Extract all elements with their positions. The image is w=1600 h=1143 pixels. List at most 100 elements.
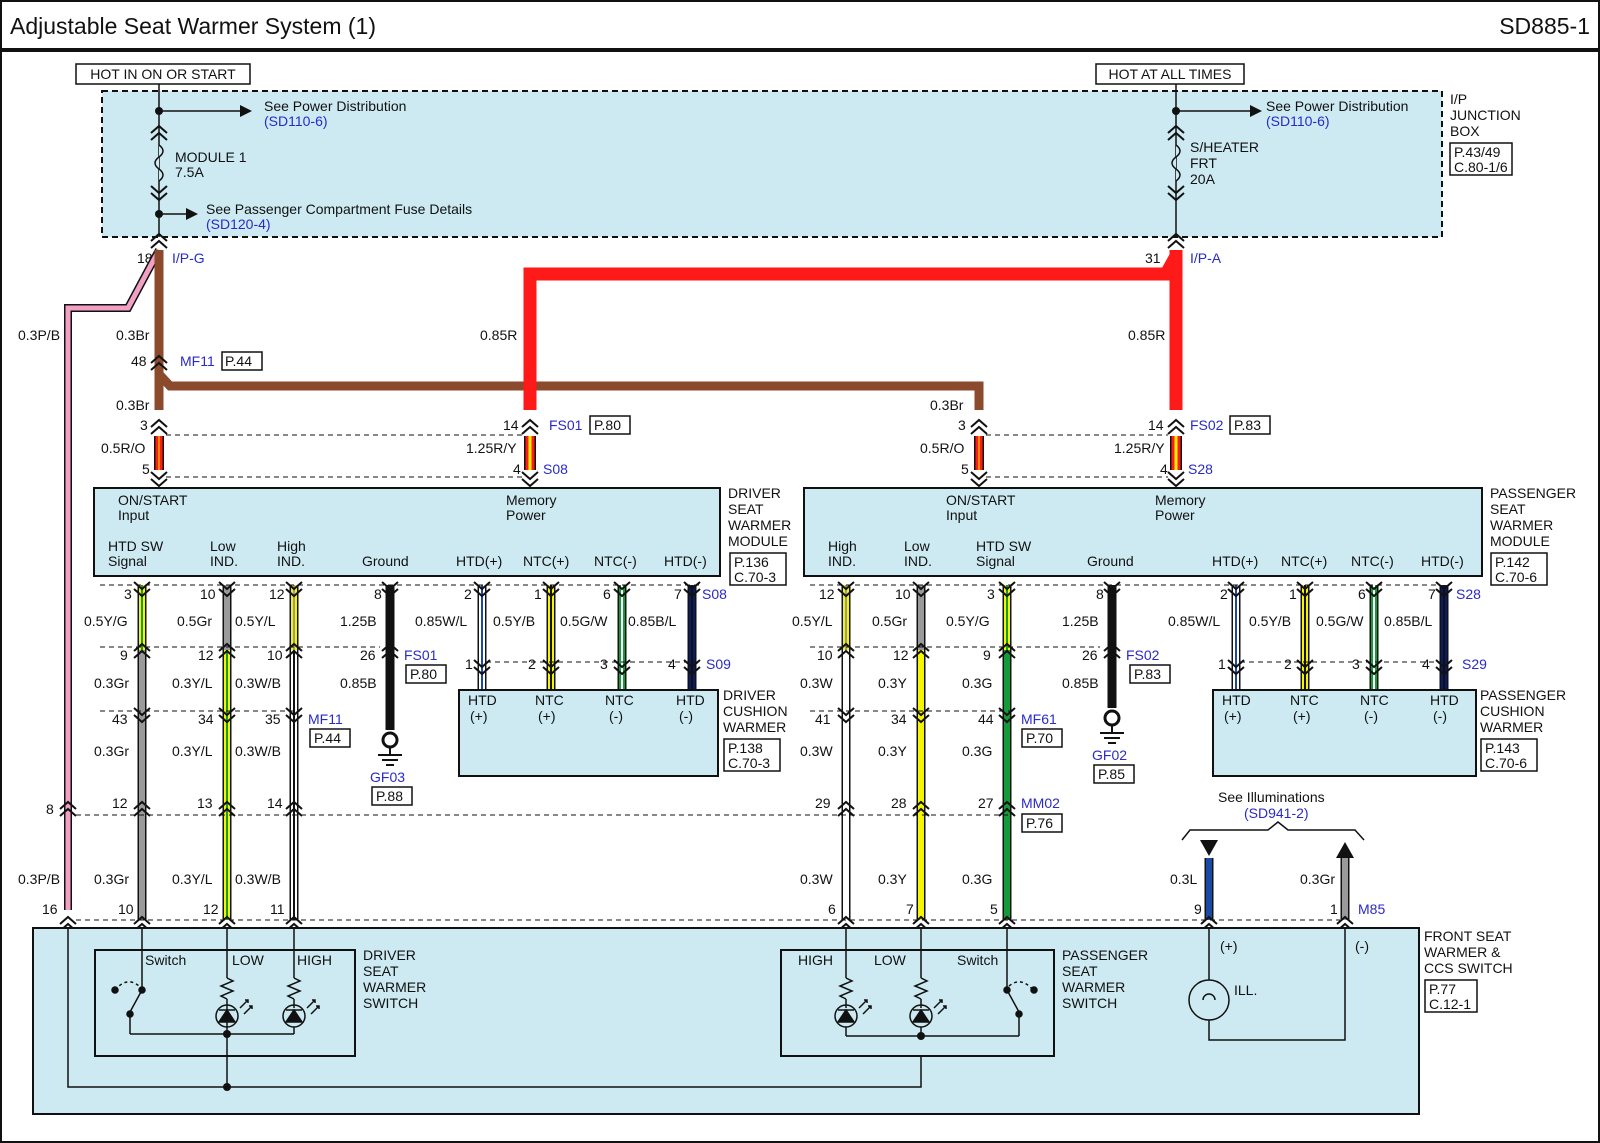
pin-29-mm02: 29 <box>815 795 831 811</box>
p80-top: P.80 <box>594 417 621 433</box>
pin-26-drv: 26 <box>360 647 376 663</box>
drv-switch-name-1: DRIVER <box>363 947 416 963</box>
drv-module-name-4: MODULE <box>728 533 788 549</box>
pas-cush-name-1: PASSENGER <box>1480 687 1566 703</box>
wire-05gr-pas: 0.5Gr <box>872 613 907 629</box>
wire-03gr-drv-2: 0.3Gr <box>94 743 129 759</box>
pas-module-name-3: WARMER <box>1490 517 1553 533</box>
drv-cush-name-3: WARMER <box>723 719 786 735</box>
pas-module-name-1: PASSENGER <box>1490 485 1576 501</box>
ipj-label-1: I/P <box>1450 91 1467 107</box>
wire-brown-crossover <box>155 370 984 410</box>
wire-03wb-drv-3: 0.3W/B <box>235 871 281 887</box>
wire-05yl-drv: 0.5Y/L <box>235 613 276 629</box>
ground-gf03-icon <box>378 731 402 766</box>
ill-label: ILL. <box>1234 982 1257 998</box>
wire-03g-pas-1: 0.3G <box>962 675 992 691</box>
hot-all-times-label: HOT AT ALL TIMES <box>1109 66 1232 82</box>
p88: P.88 <box>376 788 403 804</box>
pin-13-mm02: 13 <box>197 795 213 811</box>
drv-module-ref-1: P.136 <box>734 554 769 570</box>
pas-switch-name-1: PASSENGER <box>1062 947 1148 963</box>
pin-2-drv-htdp: 2 <box>464 586 472 602</box>
see-power-right: See Power Distribution <box>1266 98 1408 114</box>
illum-ref: (SD941-2) <box>1244 805 1309 821</box>
pin-11-bottom: 11 <box>270 901 285 917</box>
wire-085wl-drv: 0.85W/L <box>415 613 467 629</box>
pin-12-pas-high: 12 <box>819 586 835 602</box>
pas-switch-name-2: SEAT <box>1062 963 1098 979</box>
drv-switch-name-4: SWITCH <box>363 995 418 1011</box>
mf61-connector: MF61 <box>1021 711 1057 727</box>
wire-03wb-drv-1: 0.3W/B <box>235 675 281 691</box>
ccs-ref-2: C.12-1 <box>1429 996 1471 1012</box>
ipj-label-3: BOX <box>1450 123 1480 139</box>
pas-ntcp: NTC(+) <box>1281 553 1327 569</box>
drv-ntcp: NTC(+) <box>523 553 569 569</box>
pin-4-drv-cush: 4 <box>668 656 676 672</box>
p44-top: P.44 <box>225 353 252 369</box>
arrow-down-icon <box>1200 840 1218 856</box>
wire-03pb-bottom: 0.3P/B <box>18 871 60 887</box>
pas-cush-ntcp-1: NTC <box>1290 692 1319 708</box>
wire-05ro-pas: 0.5R/O <box>920 440 964 456</box>
drv-low-label: LOW <box>232 952 265 968</box>
pin-12-mm02-drv: 12 <box>112 795 128 811</box>
drv-cush-name-1: DRIVER <box>723 687 776 703</box>
pin-35-drv: 35 <box>265 711 281 727</box>
pas-module-name-4: MODULE <box>1490 533 1550 549</box>
wire-05ro-drv: 0.5R/O <box>101 440 145 456</box>
pin-48: 48 <box>131 353 147 369</box>
pas-cush-ntcp-2: (+) <box>1293 708 1311 724</box>
pas-htdsw-2: Signal <box>976 553 1015 569</box>
p83-top: P.83 <box>1234 417 1261 433</box>
wire-05yb-drv: 0.5Y/B <box>493 613 535 629</box>
s09-connector: S09 <box>706 656 731 672</box>
drv-cush-ntcp-2: (+) <box>538 708 556 724</box>
drv-cush-htdm-1: HTD <box>676 692 705 708</box>
pin-10-drv-low: 10 <box>200 586 216 602</box>
wire-03w-pas-2: 0.3W <box>800 743 833 759</box>
pas-cush-name-2: CUSHION <box>1480 703 1545 719</box>
wire-125b-drv: 1.25B <box>340 613 377 629</box>
fs02-connector-bottom: FS02 <box>1126 647 1160 663</box>
pin-14-drv: 14 <box>503 417 519 433</box>
p83-bottom: P.83 <box>1134 666 1161 682</box>
pin-8-pas-gnd: 8 <box>1096 586 1104 602</box>
s29-connector: S29 <box>1462 656 1487 672</box>
pin-43-drv: 43 <box>112 711 128 727</box>
wire-03g-pas-2: 0.3G <box>962 743 992 759</box>
wire-03g-pas-3: 0.3G <box>962 871 992 887</box>
pas-low-1: Low <box>904 538 931 554</box>
drv-module-name-1: DRIVER <box>728 485 781 501</box>
pin-8-pink: 8 <box>46 801 54 817</box>
pin-9-pas: 9 <box>983 647 991 663</box>
pin-12-drv-high: 12 <box>269 586 285 602</box>
pas-module-ref-1: P.142 <box>1495 554 1530 570</box>
mm02-connector: MM02 <box>1021 795 1060 811</box>
ground-gf02-icon <box>1100 709 1124 744</box>
pin-4-pas: 4 <box>1160 461 1168 477</box>
gf02-ground: GF02 <box>1092 747 1127 763</box>
module-fuse-name: MODULE 1 <box>175 149 247 165</box>
hot-on-start-label: HOT IN ON OR START <box>90 66 236 82</box>
pin-2-pas-cush: 2 <box>1284 656 1292 672</box>
p70: P.70 <box>1026 730 1053 746</box>
wire-03yl-drv-3: 0.3Y/L <box>172 871 213 887</box>
pin-4-pas-cush: 4 <box>1422 656 1430 672</box>
drv-module-name-3: WARMER <box>728 517 791 533</box>
pin-1-pas-cush: 1 <box>1218 656 1226 672</box>
pin-10-pas-2: 10 <box>817 647 833 663</box>
pin-4-drv: 4 <box>513 461 521 477</box>
drv-mem-1: Memory <box>506 492 557 508</box>
drv-cush-name-2: CUSHION <box>723 703 788 719</box>
wire-03br-1: 0.3Br <box>116 327 150 343</box>
wire-03y-pas-2: 0.3Y <box>878 743 907 759</box>
pin-12-drv-2: 12 <box>198 647 214 663</box>
mf11-connector-top: MF11 <box>180 353 215 369</box>
drv-module-ref-2: C.70-3 <box>734 569 776 585</box>
pin-3-drv-sw: 3 <box>124 586 132 602</box>
ipj-label-2: JUNCTION <box>1450 107 1521 123</box>
pin-28-mm02: 28 <box>891 795 907 811</box>
pas-htdm: HTD(-) <box>1421 553 1464 569</box>
